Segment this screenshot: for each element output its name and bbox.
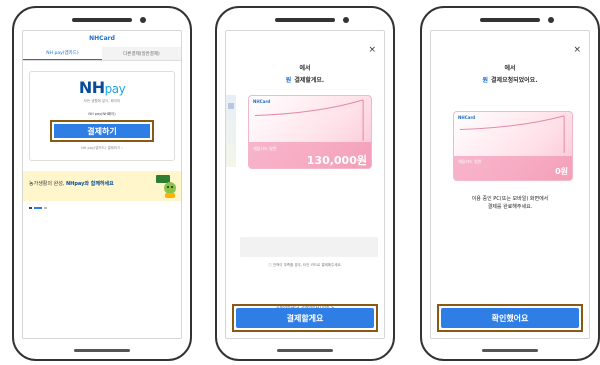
payment-tabs: NH pay(앱카드) 다른결제(일반결제) bbox=[23, 47, 181, 61]
promo-banner[interactable]: 농가생활의 완성, NHpay와 함께하세요 bbox=[23, 171, 181, 201]
instruction-line-1: 이용 중인 PC(또는 모바일) 화면에서 bbox=[471, 196, 549, 202]
close-icon[interactable]: × bbox=[573, 45, 581, 55]
phone-frame-2: × 에서 원 결제할게요. NHCard 채움카드 일반 130,000원 ⓘ … bbox=[215, 6, 395, 361]
mascot-icon bbox=[156, 175, 176, 198]
home-indicator bbox=[277, 349, 333, 352]
close-icon[interactable]: × bbox=[368, 45, 376, 55]
nhpay-slogan: 모든 생활에 같이, 페이미 bbox=[83, 99, 121, 103]
request-message: 결제요청되었어요. bbox=[491, 77, 538, 84]
pager-dot-active bbox=[34, 207, 42, 209]
prev-card-stub[interactable] bbox=[226, 95, 236, 167]
card-brand: NHCard bbox=[253, 99, 271, 104]
banner-prefix: 농가생활의 완성, bbox=[29, 181, 66, 187]
nhpay-card-panel: NHpay 모든 생활에 같이, 페이미 NH pay(NH페이) 결제하기 N… bbox=[29, 71, 175, 161]
card-name: 채움카드 일반 bbox=[253, 146, 277, 151]
banner-pager bbox=[29, 207, 181, 209]
logo-pay: pay bbox=[104, 82, 126, 96]
instruction-line-2: 결제를 완료해주세요. bbox=[487, 204, 533, 210]
nhpay-logo: NHpay bbox=[30, 78, 174, 97]
phone-camera bbox=[548, 17, 554, 23]
card-amount: 0원 bbox=[555, 167, 568, 176]
pay-button-highlight[interactable]: 결제하기 bbox=[50, 120, 154, 142]
balance-note: ⓘ 잔액이 부족할 경우, 타인 카드로 결제해주세요. bbox=[268, 263, 342, 267]
nh-card: NHCard 채움카드 일반 0원 bbox=[453, 111, 573, 181]
card-brand: NHCard bbox=[458, 115, 476, 120]
phone-speaker bbox=[275, 18, 335, 22]
done-button[interactable]: 확인했어요 bbox=[441, 308, 579, 328]
phone-frame-3: × 에서 원 결제요청되었어요. NHCard 채움카드 일반 0원 이용 중인 … bbox=[420, 6, 600, 361]
home-indicator bbox=[482, 349, 538, 352]
app-header: NHCard bbox=[89, 35, 115, 42]
banner-text: 농가생활의 완성, NHpay와 함께하세요 bbox=[29, 180, 114, 187]
amount-line: 원 결제할게요. bbox=[226, 75, 384, 84]
nhpay-select-screen: NHCard NH pay(앱카드) 다른결제(일반결제) NHpay 모든 생… bbox=[22, 30, 182, 339]
phone-speaker bbox=[480, 18, 540, 22]
tutorial-stage: NHCard NH pay(앱카드) 다른결제(일반결제) NHpay 모든 생… bbox=[0, 0, 600, 365]
banner-bold: NHpay와 함께하세요 bbox=[65, 181, 114, 187]
phone-speaker bbox=[72, 18, 132, 22]
card-name: 채움카드 일반 bbox=[458, 159, 482, 164]
phone-frame-1: NHCard NH pay(앱카드) 다른결제(일반결제) NHpay 모든 생… bbox=[12, 6, 192, 361]
confirm-payment-button[interactable]: 결제할게요 bbox=[236, 308, 374, 328]
merchant-line: 에서 bbox=[504, 65, 516, 72]
pager-dot bbox=[29, 207, 32, 209]
merchant-line: 에서 bbox=[299, 65, 311, 72]
done-button-highlight[interactable]: 확인했어요 bbox=[437, 304, 583, 332]
nhpay-link[interactable]: NH pay(앱카드) 결제하기 › bbox=[30, 146, 174, 151]
won-label: 원 bbox=[285, 77, 292, 84]
amount-message: 결제할게요. bbox=[294, 77, 325, 84]
card-amount: 130,000원 bbox=[306, 154, 367, 167]
phone-camera bbox=[343, 17, 349, 23]
payment-requested-screen: × 에서 원 결제요청되었어요. NHCard 채움카드 일반 0원 이용 중인 … bbox=[430, 30, 590, 339]
card-info-bar: 채움카드 일반 130,000원 bbox=[249, 142, 371, 168]
pager-dot bbox=[44, 207, 47, 209]
nhpay-name: NH pay(NH페이) bbox=[88, 112, 116, 116]
nh-card[interactable]: NHCard 채움카드 일반 130,000원 bbox=[248, 95, 372, 169]
pay-button[interactable]: 결제하기 bbox=[54, 124, 150, 138]
card-info-bar: 채움카드 일반 0원 bbox=[454, 156, 572, 180]
tab-other-payment[interactable]: 다른결제(일반결제) bbox=[102, 47, 181, 60]
won-label: 원 bbox=[482, 77, 489, 84]
amount-line: 원 결제요청되었어요. bbox=[431, 75, 589, 84]
payment-confirm-screen: × 에서 원 결제할게요. NHCard 채움카드 일반 130,000원 ⓘ … bbox=[225, 30, 385, 339]
tab-nhpay[interactable]: NH pay(앱카드) bbox=[23, 47, 102, 60]
home-indicator bbox=[74, 349, 130, 352]
confirm-button-highlight[interactable]: 결제할게요 bbox=[232, 304, 378, 332]
complete-instruction: 이용 중인 PC(또는 모바일) 화면에서 결제를 완료해주세요. bbox=[431, 195, 589, 211]
card-chip-icon bbox=[228, 103, 234, 109]
logo-nh: NH bbox=[78, 78, 105, 97]
phone-camera bbox=[140, 17, 146, 23]
installment-select[interactable] bbox=[240, 237, 378, 257]
